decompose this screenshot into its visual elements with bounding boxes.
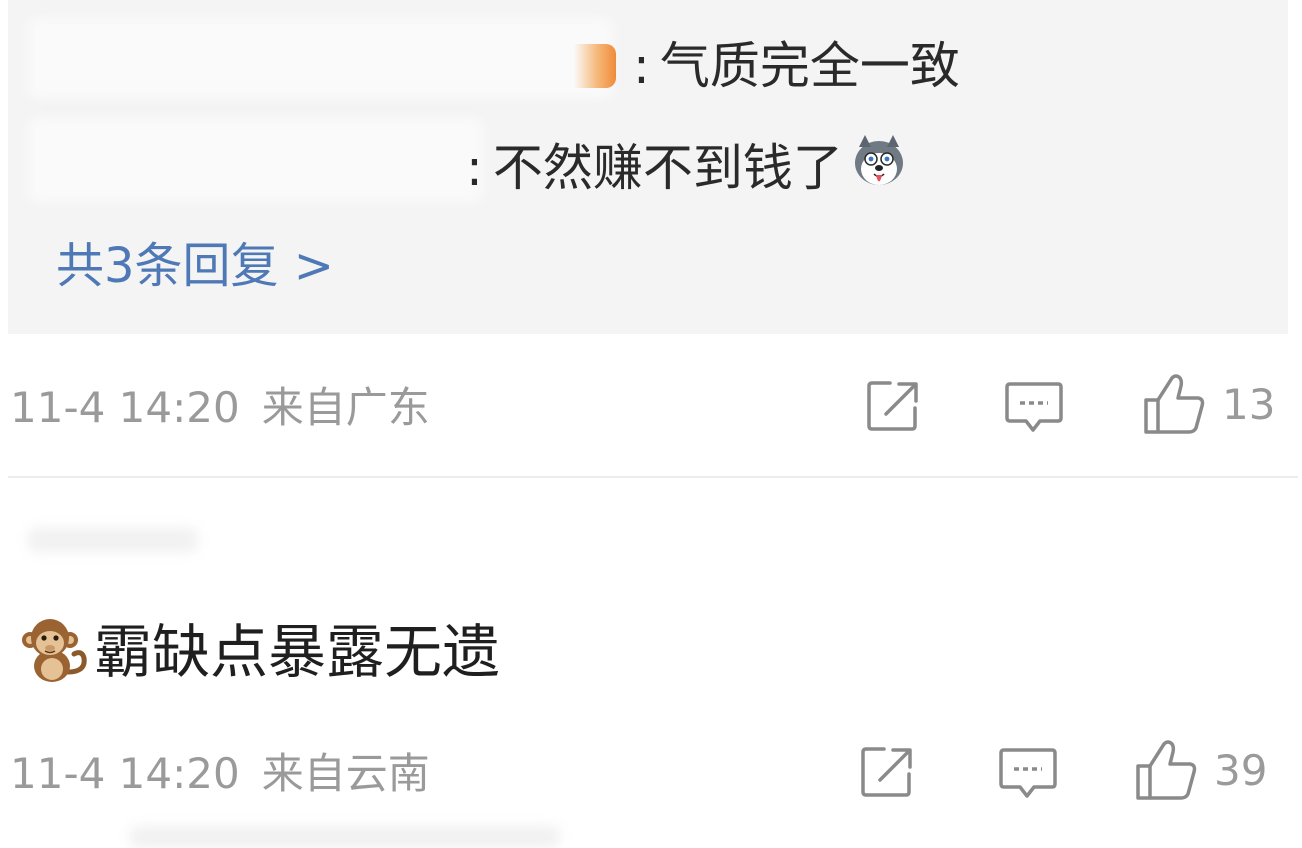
- comment-meta: 11-4 14:20 来自广东: [10, 382, 430, 434]
- comment-timestamp: 11-4 14:20: [10, 749, 240, 798]
- reply-colon: :: [466, 139, 483, 197]
- reply-text: 气质完全一致: [659, 37, 960, 95]
- share-button[interactable]: [860, 744, 916, 800]
- comment-location: 来自广东: [261, 383, 430, 432]
- thumbs-up-icon: [1144, 374, 1205, 434]
- reply-text: 不然赚不到钱了: [492, 139, 843, 197]
- reply-item[interactable]: : 不然赚不到钱了: [466, 135, 909, 202]
- blurred-username: [28, 118, 483, 202]
- blurred-username: [28, 18, 613, 98]
- husky-emoji: [849, 133, 909, 202]
- comment-button[interactable]: [1004, 380, 1064, 436]
- comment-icon: [999, 748, 1057, 798]
- reply-item[interactable]: : 气质完全一致: [633, 36, 960, 96]
- comment-text: 霸缺点暴露无遗: [94, 618, 501, 686]
- blurred-username-badge: [574, 44, 616, 88]
- thumbs-up-icon: [1136, 740, 1197, 800]
- comment-meta: 11-4 14:20 来自云南: [10, 748, 430, 800]
- comment-button[interactable]: [998, 746, 1058, 802]
- like-count: 39: [1214, 745, 1268, 795]
- blurred-username: [130, 826, 560, 848]
- comment-body: 霸缺点暴露无遗: [18, 612, 500, 692]
- share-icon: [861, 747, 912, 797]
- share-button[interactable]: [866, 378, 922, 434]
- monkey-emoji: [18, 614, 90, 690]
- reply-colon: :: [633, 37, 650, 95]
- comment-location: 来自云南: [261, 749, 430, 798]
- comment-icon: [1005, 382, 1063, 432]
- view-more-replies-link[interactable]: 共3条回复 >: [56, 236, 334, 296]
- comment-divider: [8, 476, 1298, 478]
- reply-box: : 气质完全一致 : 不然赚不到钱了 共3条回复 >: [8, 0, 1288, 334]
- like-button[interactable]: 13: [1142, 372, 1275, 436]
- comment-timestamp: 11-4 14:20: [10, 383, 240, 432]
- share-icon: [867, 381, 918, 431]
- blurred-username: [28, 528, 198, 552]
- like-button[interactable]: 39: [1134, 738, 1267, 802]
- like-count: 13: [1222, 379, 1276, 429]
